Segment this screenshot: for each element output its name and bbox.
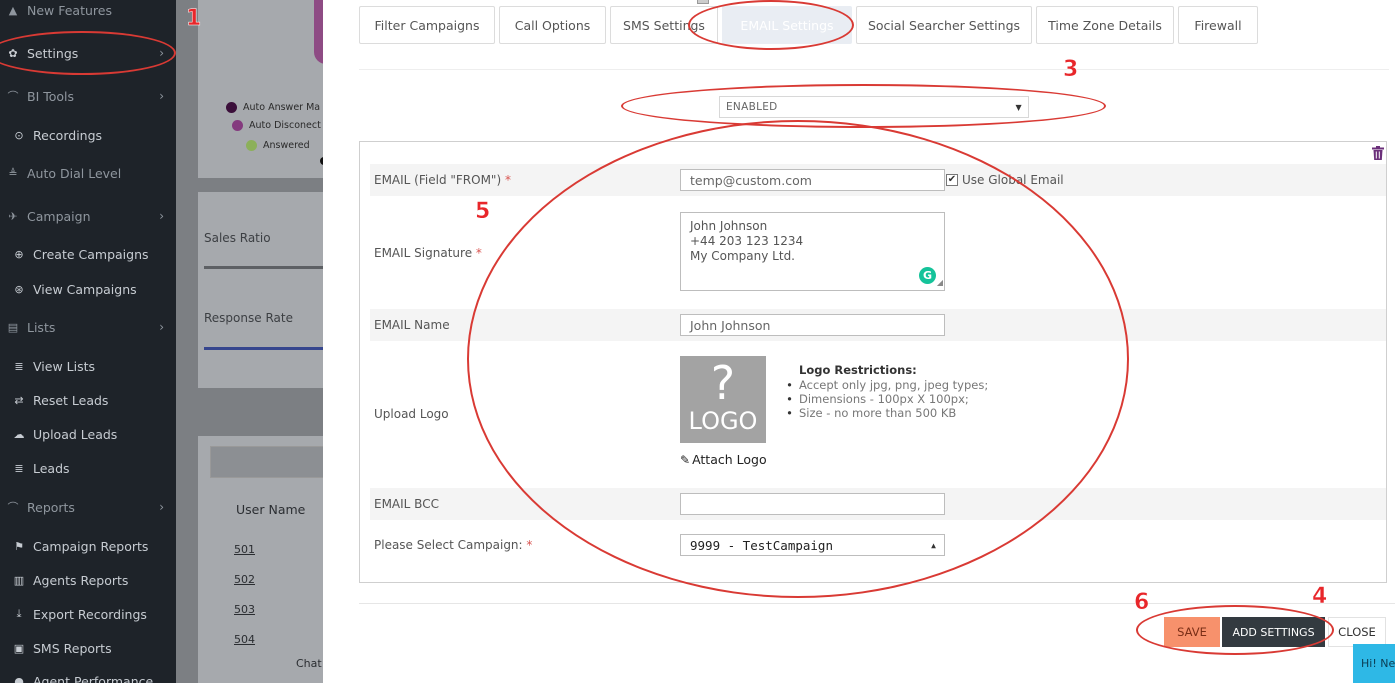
tab-call-options[interactable]: Call Options [499,6,606,44]
sales-ratio-bar [204,266,324,269]
play-circle-icon: ⊙ [14,128,24,142]
annotation-number: 5 [475,199,491,225]
tab-filter-campaigns[interactable]: Filter Campaigns [359,6,495,44]
exchange-icon: ⇄ [14,393,24,407]
flag-icon: ⚑ [14,539,24,553]
signature-label: EMAIL Signature * [374,246,482,260]
book-icon: ▥ [13,573,25,587]
email-from-label: EMAIL (Field "FROM") * [374,173,511,187]
user-link[interactable]: 504 [234,633,255,646]
divider [359,69,1389,70]
user-link[interactable]: 502 [234,573,255,586]
dial-level-icon: ≜ [8,166,18,180]
sidebar-item-upload-leads[interactable]: ☁ Upload Leads [0,419,176,449]
sidebar-item-create-campaigns[interactable]: ⊕ Create Campaigns [0,239,176,269]
chevron-right-icon: › [159,320,164,334]
sidebar-item-agent-performance[interactable]: ● Agent Performance [0,666,176,683]
sidebar-item-label: Create Campaigns [33,246,149,262]
sidebar-item-reports[interactable]: ⌒ Reports › [0,492,176,522]
sidebar-item-agents-reports[interactable]: ▥ Agents Reports [0,565,176,595]
tab-scroll-handle [697,0,709,4]
legend-item: Answered [246,140,310,151]
list-icon: ≣ [14,359,24,373]
sidebar-item-campaign[interactable]: ✈ Campaign › [0,201,176,231]
rocket-icon: ✈ [8,209,18,223]
sidebar-item-label: Export Recordings [33,606,147,622]
close-button[interactable]: CLOSE [1328,617,1386,647]
chart-line-icon: ⌒ [7,501,19,514]
sidebar-item-bi-tools[interactable]: ⌒ BI Tools › [0,81,176,111]
sidebar-item-label: New Features [27,2,112,18]
tab-time-zone-details[interactable]: Time Zone Details [1036,6,1174,44]
user-icon: ● [14,674,24,683]
annotation-number: 4 [1312,584,1328,610]
user-link[interactable]: 501 [234,543,255,556]
sidebar-item-label: View Lists [33,358,95,374]
sidebar-item-label: Reset Leads [33,392,109,408]
chart-line-icon: ⌒ [7,90,19,103]
chevron-right-icon: › [159,500,164,514]
annotation-number: 6 [1134,590,1150,616]
email-name-label: EMAIL Name [374,318,450,332]
sidebar-item-leads[interactable]: ≣ Leads [0,453,176,483]
sidebar-item-recordings[interactable]: ⊙ Recordings [0,120,176,150]
sidebar-item-label: Reports [27,499,75,515]
sidebar-item-export-recordings[interactable]: ⤓ Export Recordings [0,599,176,629]
list-icon: ≣ [14,461,24,475]
upload-logo-label: Upload Logo [374,407,449,421]
campaign-label: Please Select Campaign: * [374,538,533,552]
bell-icon: ▲ [8,3,18,17]
tab-social-searcher-settings[interactable]: Social Searcher Settings [856,6,1032,44]
sales-ratio-label: Sales Ratio [204,231,271,245]
sidebar-item-label: Lists [27,319,56,335]
annotation-ellipse-email-tab [688,0,854,50]
trash-icon[interactable] [1372,146,1384,160]
cloud-upload-icon: ☁ [13,427,25,441]
tab-firewall[interactable]: Firewall [1178,6,1258,44]
sidebar-item-label: Agents Reports [33,572,129,588]
sidebar-item-label: Campaign Reports [33,538,149,554]
annotation-ellipse-buttons [1136,605,1334,655]
email-bcc-label: EMAIL BCC [374,497,439,511]
sidebar-item-view-campaigns[interactable]: ⊛ View Campaigns [0,274,176,304]
annotation-ellipse-status [621,84,1106,128]
sidebar-item-label: SMS Reports [33,640,112,656]
sidebar-item-campaign-reports[interactable]: ⚑ Campaign Reports [0,531,176,561]
chevron-right-icon: › [159,89,164,103]
plus-circle-icon: ⊕ [14,247,24,261]
annotation-ellipse-form [467,120,1129,598]
annotation-number: 3 [1063,57,1079,83]
sidebar-item-view-lists[interactable]: ≣ View Lists [0,351,176,381]
sidebar-item-label: BI Tools [27,88,75,104]
chevron-right-icon: › [159,209,164,223]
sidebar-item-reset-leads[interactable]: ⇄ Reset Leads [0,385,176,415]
sms-icon: ▣ [13,641,25,655]
sidebar-item-sms-reports[interactable]: ▣ SMS Reports [0,633,176,663]
response-rate-label: Response Rate [204,311,293,325]
user-link[interactable]: 503 [234,603,255,616]
legend-item: Auto Answer Ma [226,102,320,113]
sidebar-item-label: View Campaigns [33,281,137,297]
list-box-icon: ▤ [7,320,19,334]
sidebar-item-label: Recordings [33,127,103,143]
sidebar-item-label: Agent Performance [33,673,154,683]
response-rate-bar [204,347,324,350]
chat-widget[interactable]: Hi! Ne [1353,644,1395,683]
users-header [210,446,324,478]
sidebar-item-lists[interactable]: ▤ Lists › [0,312,176,342]
footer-divider [359,603,1395,604]
sidebar-item-auto-dial-level[interactable]: ≜ Auto Dial Level [0,158,176,188]
chat-label[interactable]: Chat [296,657,322,670]
sidebar: ▲ New Features ✿ Settings › ⌒ BI Tools › ⊙ Record… [0,0,176,683]
sidebar-item-label: Campaign [27,208,91,224]
user-name-header: User Name [236,502,306,517]
annotation-number: 1 [186,6,202,32]
sidebar-item-label: Upload Leads [33,426,118,442]
sidebar-item-label: Auto Dial Level [27,165,122,181]
legend-item: Auto Disconect [232,120,321,131]
sidebar-item-label: Leads [33,460,70,476]
sidebar-item-new-features[interactable]: ▲ New Features [0,0,176,25]
download-icon: ⤓ [16,607,22,620]
search-icon: ⊛ [14,282,24,296]
